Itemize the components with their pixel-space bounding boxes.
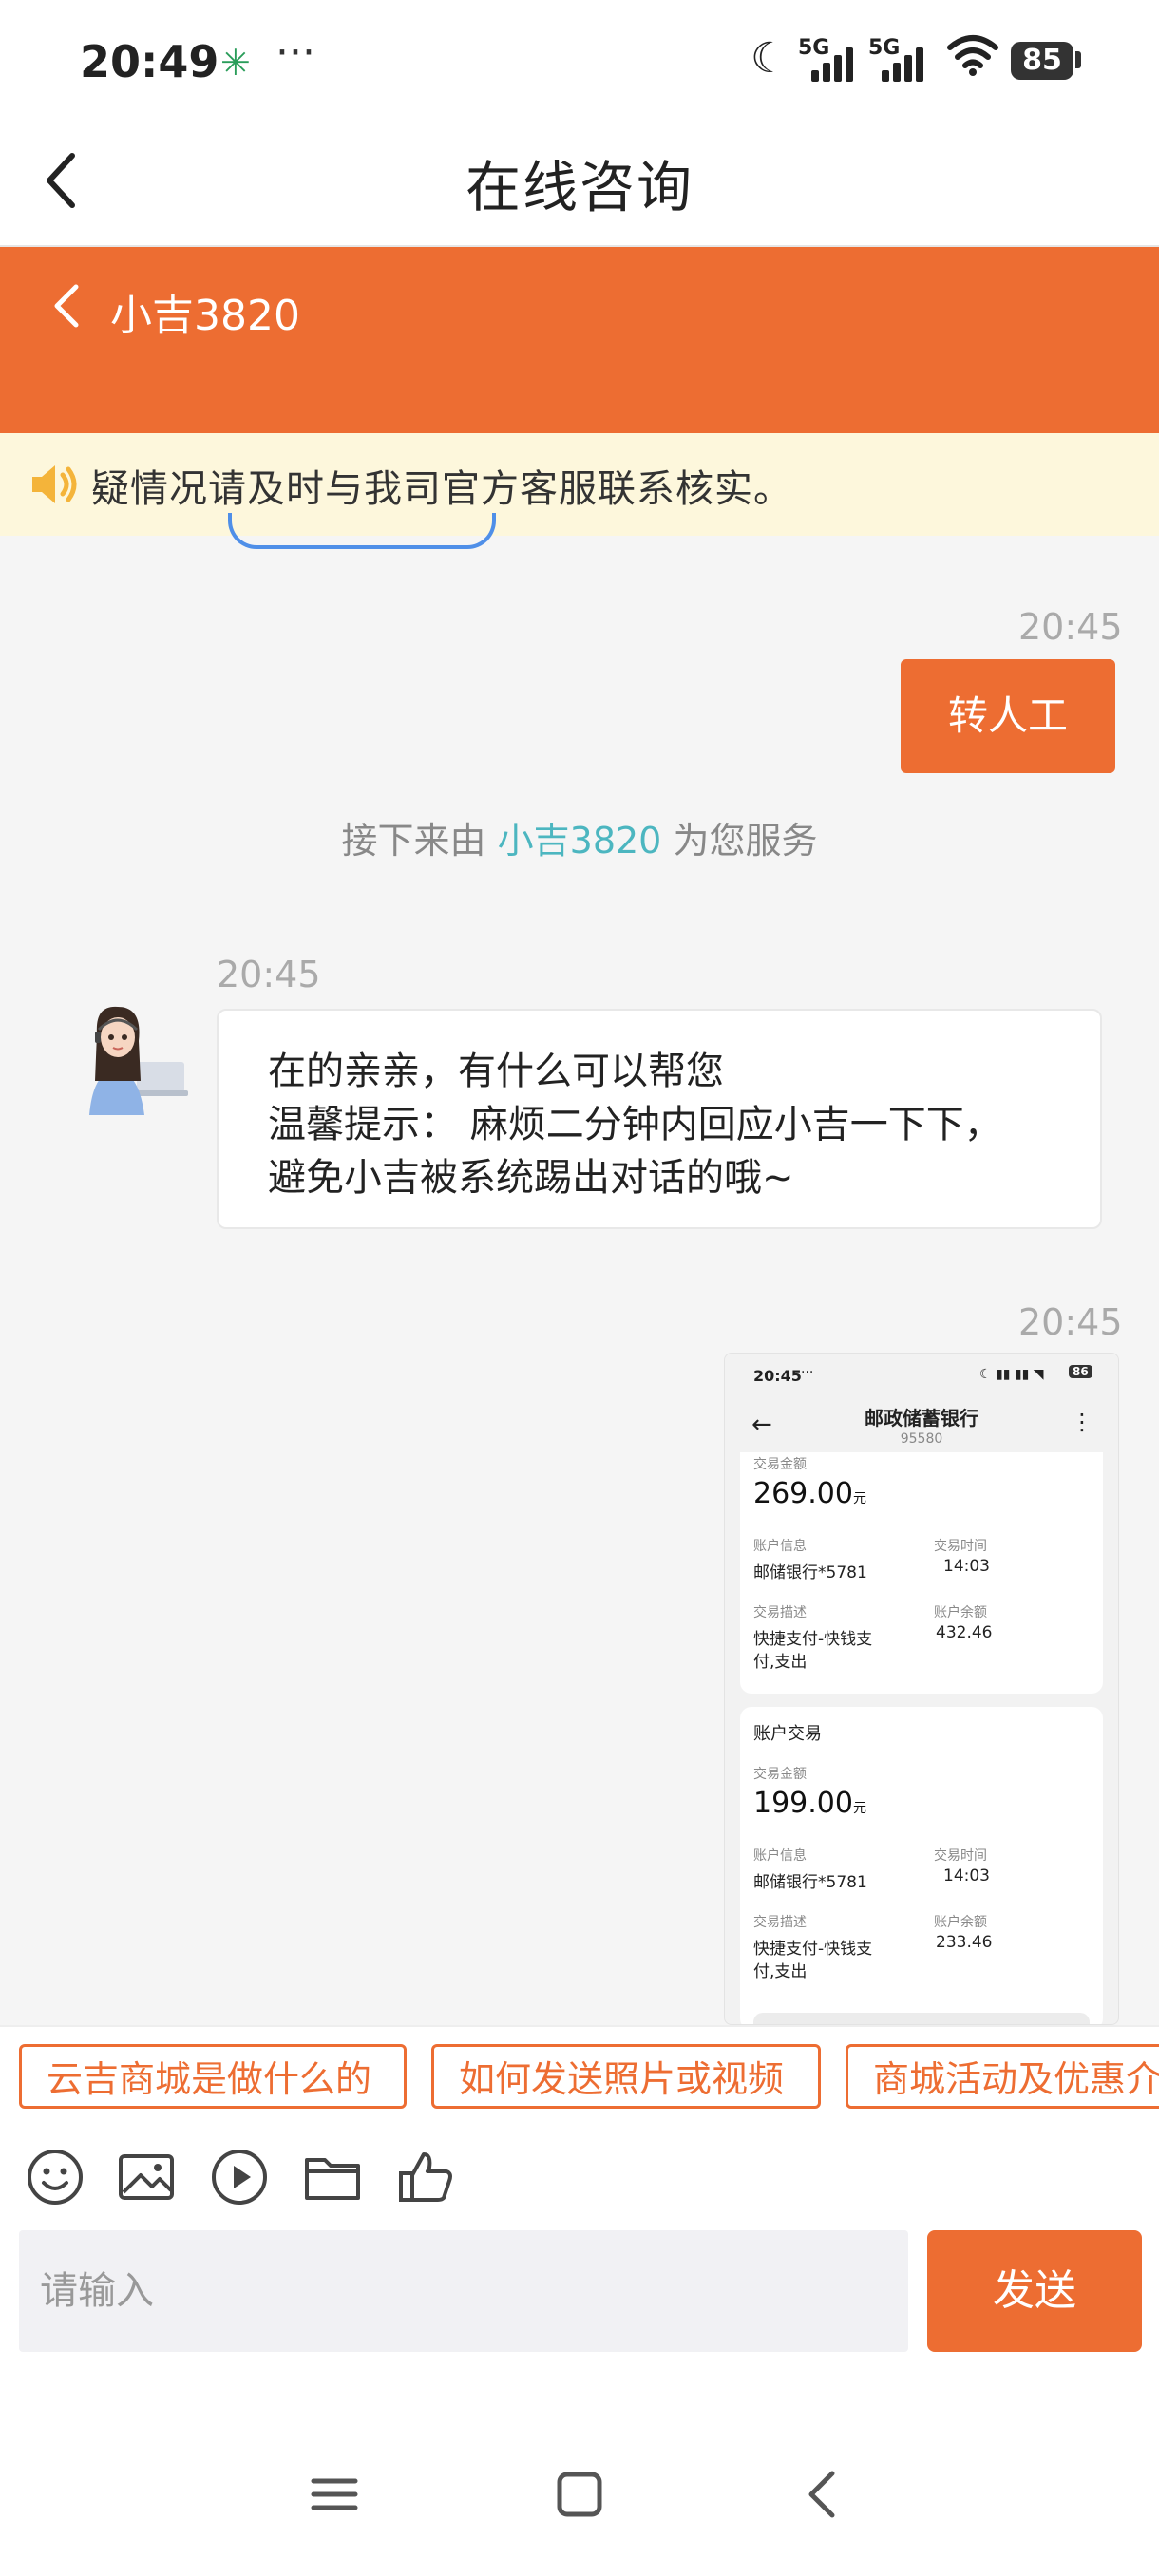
partial-hidden-button[interactable] [228, 513, 496, 549]
chat-header: 小吉3820 [0, 247, 1159, 433]
screenshot-status-icons: ☾ ▮▮ ▮▮ ◥ [979, 1367, 1044, 1382]
screenshot-battery: 86 [1069, 1365, 1092, 1378]
battery-tip [1075, 51, 1081, 68]
title-bar: 在线咨询 [0, 123, 1159, 247]
notice-text: 疑情况请及时与我司官方客服联系核实。 [91, 467, 792, 511]
quick-reply-button[interactable]: 商城活动及优惠介 [846, 2044, 1159, 2109]
tx-label: 交易时间 [934, 1539, 987, 1554]
send-button[interactable]: 发送 [927, 2230, 1142, 2352]
signal-icon: 5G [798, 36, 864, 82]
screenshot-bank-name: 邮政储蓄银行 [864, 1407, 978, 1430]
back-arrow-icon[interactable] [34, 142, 91, 218]
composer: 发送 [0, 2230, 1159, 2576]
message-time: 20:45 [1018, 1301, 1123, 1343]
chevron-left-icon[interactable] [48, 279, 86, 332]
message-line: 避免小吉被系统踢出对话的哦~ [268, 1156, 794, 1200]
tx-label: 交易金额 [753, 1457, 807, 1472]
image-icon[interactable] [116, 2147, 177, 2207]
screenshot-bank-number: 95580 [900, 1431, 943, 1447]
tx-label: 交易金额 [753, 1767, 807, 1782]
tx-label: 账户信息 [753, 1539, 807, 1554]
menu-icon[interactable] [306, 2466, 363, 2523]
status-time: 20:49 [80, 36, 219, 87]
more-notifications-icon: ··· [276, 28, 315, 77]
notice-bar: 疑情况请及时与我司官方客服联系核实。 [0, 433, 1159, 536]
tx-time: 14:03 [943, 1557, 990, 1576]
screenshot-dots: ··· [801, 1365, 814, 1380]
tx-label: 交易描述 [753, 1915, 807, 1930]
message-line: 在的亲亲，有什么可以帮您 [268, 1050, 724, 1093]
system-agent-link[interactable]: 小吉3820 [498, 820, 662, 862]
tx-amount: 269.00元 [753, 1477, 866, 1510]
agent-avatar[interactable] [70, 995, 190, 1115]
transaction-card: 账户交易 交易金额 199.00元 账户信息 邮储银行*5781 交易时间 14… [740, 1707, 1103, 2024]
tx-desc: 付,支出 [753, 1653, 808, 1672]
tx-balance: 432.46 [936, 1623, 993, 1642]
tx-label: 交易时间 [934, 1848, 987, 1864]
tx-header: 账户交易 [753, 1724, 822, 1744]
home-icon[interactable] [551, 2466, 608, 2523]
emoji-icon[interactable] [25, 2147, 86, 2207]
quick-reply-button[interactable]: 如何发送照片或视频 [431, 2044, 821, 2109]
tx-desc: 快捷支付-快钱支 [753, 1940, 873, 1959]
quick-replies: 云吉商城是做什么的 如何发送照片或视频 商城活动及优惠介 [0, 2025, 1159, 2122]
tx-desc: 快捷支付-快钱支 [753, 1630, 873, 1649]
page-title: 在线咨询 [465, 155, 694, 219]
do-not-disturb-icon: ☾ [750, 34, 788, 83]
composer-toolbar [0, 2120, 1159, 2230]
screenshot-time: 20:45 [753, 1367, 802, 1385]
tx-amount: 199.00元 [753, 1787, 866, 1820]
system-message: 接下来由 小吉3820 为您服务 [0, 811, 1159, 863]
wifi-icon [947, 35, 998, 76]
agent-message-bubble[interactable]: 在的亲亲，有什么可以帮您 温馨提示： 麻烦二分钟内回应小吉一下下， 避免小吉被系… [217, 1009, 1102, 1229]
system-suffix: 为您服务 [673, 820, 818, 862]
sent-screenshot-image[interactable]: 20:45 ··· ☾ ▮▮ ▮▮ ◥ 86 ← 邮政储蓄银行 95580 ⋮ … [724, 1353, 1119, 2025]
status-bar: 20:49 ✳ ··· ☾ 5G 5G 85 [0, 0, 1159, 123]
video-icon[interactable] [209, 2147, 270, 2207]
tx-time: 14:03 [943, 1866, 990, 1885]
tx-desc: 付,支出 [753, 1962, 808, 1981]
signal-icon: 5G [868, 36, 935, 82]
tx-label: 账户余额 [934, 1605, 987, 1620]
tx-label: 账户信息 [753, 1848, 807, 1864]
my-message-bubble[interactable]: 转人工 [901, 659, 1115, 773]
message-line: 温馨提示： 麻烦二分钟内回应小吉一下下， [268, 1103, 1002, 1146]
screenshot-more-icon: ⋮ [1071, 1409, 1093, 1435]
quick-reply-button[interactable]: 云吉商城是做什么的 [19, 2044, 407, 2109]
tx-label: 账户余额 [934, 1915, 987, 1930]
china-post-icon: ✳ [220, 42, 251, 84]
agent-name: 小吉3820 [110, 292, 300, 340]
battery-indicator: 85 [1011, 42, 1074, 80]
message-input[interactable] [19, 2230, 908, 2352]
nav-back-icon[interactable] [796, 2466, 853, 2523]
tx-label: 交易描述 [753, 1605, 807, 1620]
tx-account: 邮储银行*5781 [753, 1563, 867, 1582]
system-prefix: 接下来由 [341, 820, 486, 862]
message-time: 20:45 [1018, 606, 1123, 648]
message-time: 20:45 [217, 954, 321, 995]
transaction-card: 交易金额 269.00元 账户信息 邮储银行*5781 交易时间 14:03 交… [740, 1452, 1103, 1694]
folder-icon[interactable] [302, 2147, 363, 2207]
tx-card-peek [753, 2013, 1090, 2024]
thumbs-up-icon[interactable] [395, 2147, 456, 2207]
tx-balance: 233.46 [936, 1933, 993, 1952]
tx-account: 邮储银行*5781 [753, 1873, 867, 1892]
speaker-icon [32, 465, 77, 503]
